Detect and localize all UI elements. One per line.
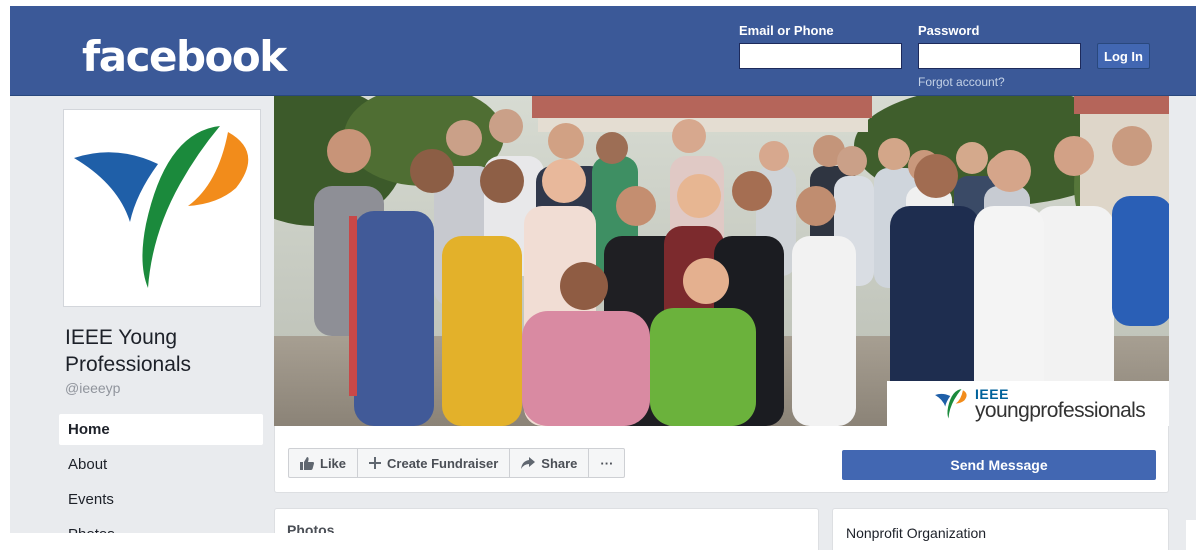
ieee-yp-logo-icon <box>74 126 249 288</box>
nav-item-about[interactable]: About <box>59 449 263 480</box>
email-label: Email or Phone <box>739 23 834 38</box>
thumbs-up-icon <box>300 456 314 470</box>
password-label: Password <box>918 23 980 38</box>
screenshot-cutoff-right <box>1186 520 1196 550</box>
nav-item-home[interactable]: Home <box>59 414 263 445</box>
like-label: Like <box>320 455 347 471</box>
login-button[interactable]: Log In <box>1097 43 1150 69</box>
page-handle[interactable]: @ieeeyp <box>65 380 120 396</box>
top-bar: facebook Email or Phone Password Log In … <box>10 6 1196 96</box>
share-arrow-icon <box>521 457 536 469</box>
nav-item-events[interactable]: Events <box>59 484 263 515</box>
ieee-yp-small-logo-icon <box>935 389 967 419</box>
password-field[interactable] <box>918 43 1081 69</box>
like-button[interactable]: Like <box>289 449 359 477</box>
create-fundraiser-label: Create Fundraiser <box>387 455 499 471</box>
forgot-account-link[interactable]: Forgot account? <box>918 75 1005 89</box>
group-photo-image <box>274 96 1169 426</box>
email-field[interactable] <box>739 43 902 69</box>
share-label: Share <box>541 455 578 471</box>
screenshot-cutoff <box>0 533 745 550</box>
create-fundraiser-button[interactable]: Create Fundraiser <box>358 449 511 477</box>
ieee-yp-badge: IEEE youngprofessionals <box>887 381 1169 426</box>
page-title: IEEE Young Professionals <box>65 326 192 376</box>
more-options-button[interactable]: ··· <box>589 449 624 477</box>
share-button[interactable]: Share <box>510 449 590 477</box>
about-card: Nonprofit Organization <box>832 508 1169 550</box>
action-button-group: Like Create Fundraiser Share ··· <box>288 448 626 478</box>
page-category: Nonprofit Organization <box>846 525 987 541</box>
badge-yp-text: youngprofessionals <box>975 399 1146 422</box>
plus-icon <box>369 457 382 469</box>
facebook-logo[interactable]: facebook <box>82 32 287 82</box>
facebook-page: facebook Email or Phone Password Log In … <box>10 6 1196 550</box>
send-message-button[interactable]: Send Message <box>842 450 1156 480</box>
page-action-bar: Like Create Fundraiser Share ··· Send Me… <box>274 426 1169 493</box>
cover-photo[interactable]: IEEE youngprofessionals <box>274 96 1169 426</box>
page-nav: Home About Events Photos <box>59 414 263 550</box>
more-options-icon: ··· <box>600 455 614 471</box>
profile-picture[interactable] <box>63 109 261 307</box>
